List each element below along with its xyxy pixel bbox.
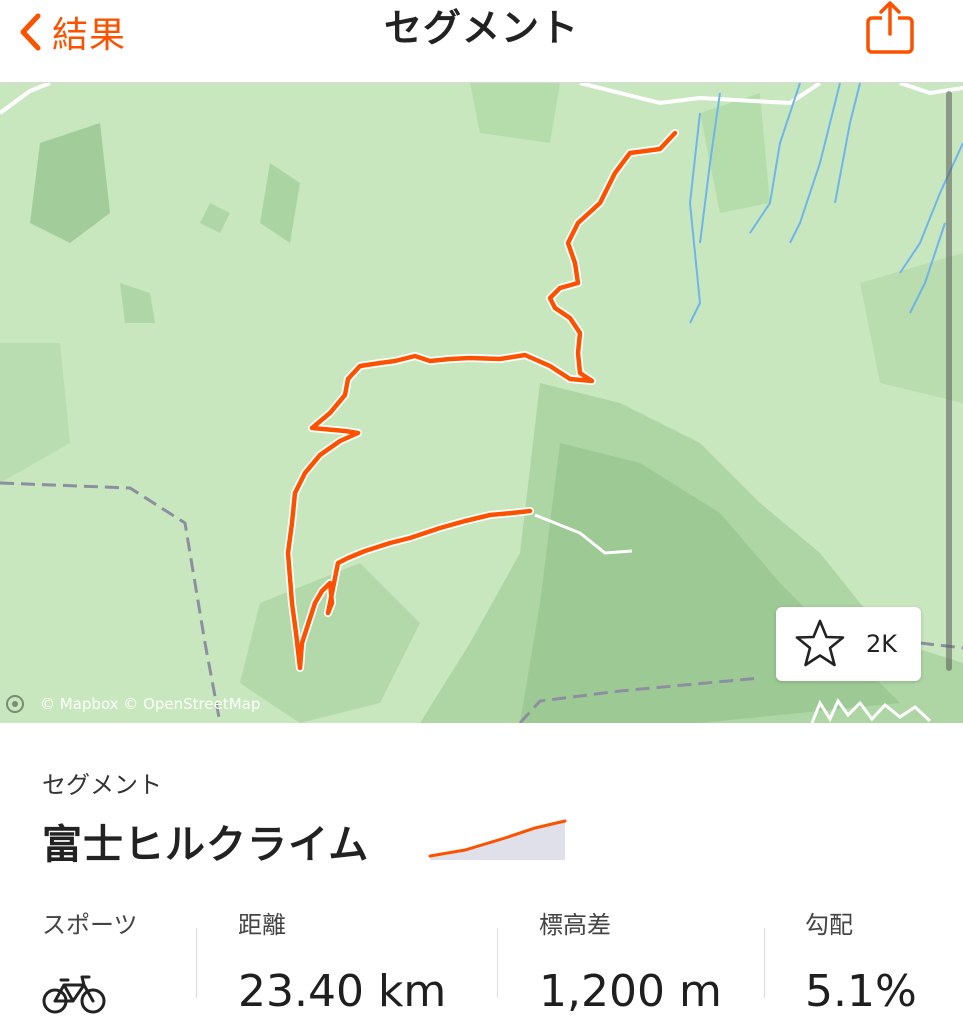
mapbox-logo-icon [6,695,24,713]
stat-grade-value: 5.1% [805,966,917,1017]
page-title: セグメント [383,6,579,50]
attribution-text: © Mapbox © OpenStreetMap [40,695,261,713]
stat-divider [764,928,765,998]
bike-icon [42,975,106,1014]
star-count: 2K [866,630,898,658]
stat-divider [196,928,197,998]
stat-sport: スポーツ [42,905,138,1020]
share-button[interactable] [862,0,920,58]
segment-map[interactable]: © Mapbox © OpenStreetMap 2K [0,83,963,723]
star-button[interactable]: 2K [776,607,921,681]
stat-distance-label: 距離 [238,911,286,939]
star-icon [795,619,845,667]
navigation-bar: 結果 セグメント [0,0,963,83]
stat-elevation-value: 1,200 m [539,966,722,1017]
stat-distance: 距離 23.40 km [238,905,446,1017]
stat-grade-label: 勾配 [805,911,853,939]
share-icon [866,1,914,54]
stat-divider [497,928,498,998]
stat-elevation-label: 標高差 [539,911,611,939]
map-scrollbar[interactable] [946,91,952,671]
stat-distance-value: 23.40 km [238,966,447,1017]
stat-elevation: 標高差 1,200 m [539,905,722,1017]
stat-grade: 勾配 5.1% [805,905,917,1017]
section-label: セグメント [42,771,162,799]
map-attribution[interactable]: © Mapbox © OpenStreetMap [6,695,260,713]
segment-name: 富士ヒルクライム [42,822,370,868]
elevation-profile [428,819,567,860]
stat-sport-label: スポーツ [42,911,138,939]
